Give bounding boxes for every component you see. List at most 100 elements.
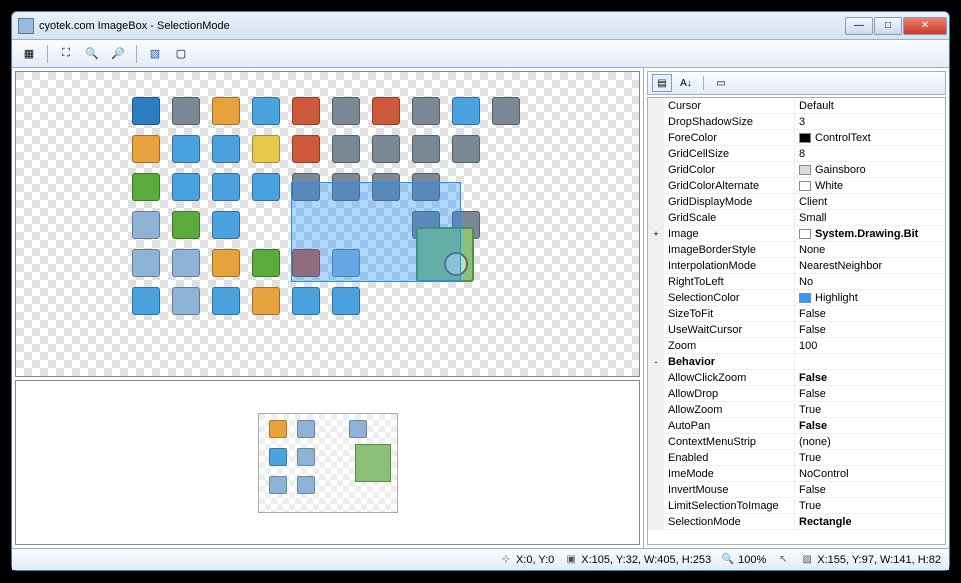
property-name: GridScale <box>664 210 794 225</box>
property-row[interactable]: SizeToFitFalse <box>648 306 945 322</box>
property-row[interactable]: AllowClickZoomFalse <box>648 370 945 386</box>
property-value[interactable]: Gainsboro <box>794 162 945 177</box>
expand-toggle[interactable]: + <box>648 226 664 241</box>
property-row[interactable]: GridColorGainsboro <box>648 162 945 178</box>
property-value[interactable]: Highlight <box>794 290 945 305</box>
property-value[interactable]: NearestNeighbor <box>794 258 945 273</box>
property-row[interactable]: EnabledTrue <box>648 450 945 466</box>
property-row[interactable]: ImeModeNoControl <box>648 466 945 482</box>
property-row[interactable]: ImageBorderStyleNone <box>648 242 945 258</box>
property-value[interactable]: 100 <box>794 338 945 353</box>
property-row[interactable]: ContextMenuStrip(none) <box>648 434 945 450</box>
sheet-icon <box>492 249 520 277</box>
alphabetical-icon[interactable]: A↓ <box>676 74 696 92</box>
expand-toggle <box>648 178 664 193</box>
property-value[interactable]: False <box>794 386 945 401</box>
property-value[interactable]: White <box>794 178 945 193</box>
preview-thumbnail <box>258 413 398 513</box>
property-value[interactable]: True <box>794 402 945 417</box>
property-row[interactable]: UseWaitCursorFalse <box>648 322 945 338</box>
property-grid[interactable]: CursorDefaultDropShadowSize3ForeColorCon… <box>647 97 946 545</box>
property-row[interactable]: InterpolationModeNearestNeighbor <box>648 258 945 274</box>
property-value[interactable]: False <box>794 418 945 433</box>
property-row[interactable]: CursorDefault <box>648 98 945 114</box>
property-value[interactable]: False <box>794 482 945 497</box>
property-row[interactable]: ForeColorControlText <box>648 130 945 146</box>
property-row[interactable]: LimitSelectionToImageTrue <box>648 498 945 514</box>
sheet-icon <box>332 97 360 125</box>
property-row[interactable]: AllowZoomTrue <box>648 402 945 418</box>
property-value[interactable]: True <box>794 498 945 513</box>
close-button[interactable]: ✕ <box>903 17 947 35</box>
expand-toggle <box>648 162 664 177</box>
property-name: GridCellSize <box>664 146 794 161</box>
origin-text: X:0, Y:0 <box>516 554 554 566</box>
zoom-in-icon[interactable]: 🔍 <box>81 43 103 65</box>
maximize-button[interactable]: □ <box>874 17 902 35</box>
property-row[interactable]: InvertMouseFalse <box>648 482 945 498</box>
property-name: InterpolationMode <box>664 258 794 273</box>
property-name: SelectionMode <box>664 514 794 529</box>
expand-toggle[interactable]: - <box>648 354 664 369</box>
property-value[interactable]: Client <box>794 194 945 209</box>
property-row[interactable]: -Behavior <box>648 354 945 370</box>
property-row[interactable]: +ImageSystem.Drawing.Bit <box>648 226 945 242</box>
property-row[interactable]: GridCellSize8 <box>648 146 945 162</box>
fit-icon[interactable]: ⛶ <box>55 43 77 65</box>
expand-toggle <box>648 466 664 481</box>
property-row[interactable]: Zoom100 <box>648 338 945 354</box>
property-row[interactable]: AllowDropFalse <box>648 386 945 402</box>
select-dashed-icon[interactable]: ▢ <box>170 43 192 65</box>
categorized-icon[interactable]: ▤ <box>652 74 672 92</box>
property-value[interactable] <box>794 354 945 369</box>
property-value[interactable]: 3 <box>794 114 945 129</box>
property-row[interactable]: GridDisplayModeClient <box>648 194 945 210</box>
property-value[interactable]: None <box>794 242 945 257</box>
property-value[interactable]: False <box>794 322 945 337</box>
property-row[interactable]: DropShadowSize3 <box>648 114 945 130</box>
property-value[interactable]: Rectangle <box>794 514 945 529</box>
titlebar[interactable]: cyotek.com ImageBox - SelectionMode — □ … <box>12 12 949 40</box>
property-row[interactable]: RightToLeftNo <box>648 274 945 290</box>
property-value[interactable]: ControlText <box>794 130 945 145</box>
sheet-icon <box>492 173 520 201</box>
zoom-text: 100% <box>738 554 766 566</box>
property-value[interactable]: 8 <box>794 146 945 161</box>
property-row[interactable]: GridScaleSmall <box>648 210 945 226</box>
property-row[interactable]: AutoPanFalse <box>648 418 945 434</box>
select-solid-icon[interactable]: ▧ <box>144 43 166 65</box>
property-name: InvertMouse <box>664 482 794 497</box>
property-value[interactable]: Small <box>794 210 945 225</box>
sheet-icon <box>332 135 360 163</box>
zoom-out-icon[interactable]: 🔎 <box>107 43 129 65</box>
property-value[interactable]: System.Drawing.Bit <box>794 226 945 241</box>
property-value[interactable]: True <box>794 450 945 465</box>
property-row[interactable]: GridColorAlternateWhite <box>648 178 945 194</box>
sheet-icon <box>292 287 320 315</box>
sheet-icon <box>132 249 160 277</box>
minimize-button[interactable]: — <box>845 17 873 35</box>
property-value[interactable]: Default <box>794 98 945 113</box>
property-name: Behavior <box>664 354 794 369</box>
selection-rectangle[interactable] <box>291 182 461 282</box>
property-row[interactable]: SelectionColorHighlight <box>648 290 945 306</box>
image-canvas[interactable] <box>15 71 640 377</box>
property-value[interactable]: NoControl <box>794 466 945 481</box>
expand-toggle <box>648 306 664 321</box>
property-value[interactable]: No <box>794 274 945 289</box>
sel-icon: ▧ <box>800 553 814 567</box>
property-pages-icon[interactable]: ▭ <box>711 74 731 92</box>
property-value[interactable]: (none) <box>794 434 945 449</box>
property-value[interactable]: False <box>794 370 945 385</box>
property-row[interactable]: SelectionModeRectangle <box>648 514 945 530</box>
color-swatch <box>799 181 811 191</box>
grid-icon[interactable]: ▦ <box>18 43 40 65</box>
property-name: UseWaitCursor <box>664 322 794 337</box>
property-name: Image <box>664 226 794 241</box>
expand-toggle <box>648 130 664 145</box>
sheet-icon <box>212 287 240 315</box>
property-name: GridColorAlternate <box>664 178 794 193</box>
expand-toggle <box>648 146 664 161</box>
property-value[interactable]: False <box>794 306 945 321</box>
sheet-icon <box>372 97 400 125</box>
